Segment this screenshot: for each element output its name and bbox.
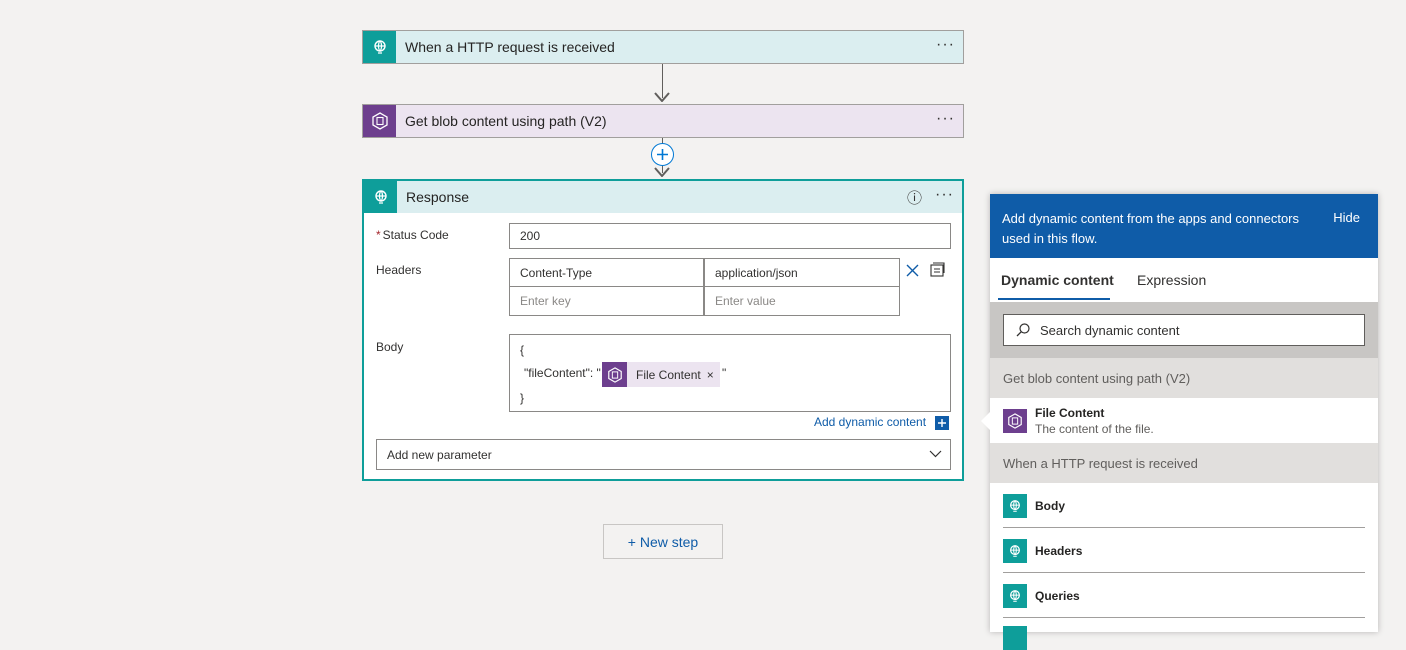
header-value-input[interactable]: application/json (704, 258, 900, 287)
blob-card-header[interactable]: Get blob content using path (V2) ··· (363, 105, 963, 137)
response-more-button[interactable]: ··· (935, 186, 954, 204)
file-content-token[interactable]: File Content × (602, 362, 720, 387)
header-value-value: application/json (715, 265, 798, 280)
body-editor[interactable]: { "fileContent": " File Content × " } (509, 334, 951, 412)
add-new-parameter-dropdown[interactable]: Add new parameter (376, 439, 951, 470)
arrow-down-icon (654, 92, 670, 102)
value-placeholder: Enter value (715, 294, 776, 308)
key-placeholder: Enter key (520, 294, 571, 308)
section-blob: Get blob content using path (V2) (990, 358, 1378, 398)
dynamic-item-file-content[interactable]: File Content The content of the file. (990, 398, 1378, 443)
panel-tabs: Dynamic content Expression (990, 258, 1378, 302)
status-code-value: 200 (520, 229, 541, 243)
panel-header: Add dynamic content from the apps and co… (990, 194, 1378, 258)
trigger-title: When a HTTP request is received (405, 39, 615, 55)
new-step-button[interactable]: + New step (603, 524, 723, 559)
http-globe-icon (1003, 493, 1027, 518)
body-key-text: "fileContent": " (524, 366, 601, 380)
add-dynamic-icon[interactable] (935, 416, 949, 430)
trigger-card-header[interactable]: When a HTTP request is received ··· (363, 31, 963, 63)
dynamic-item-label: Body (1035, 498, 1065, 513)
blob-storage-icon (1003, 408, 1027, 433)
info-icon[interactable]: ⓘ (907, 187, 922, 208)
plus-icon (657, 149, 668, 160)
headers-label: Headers (376, 263, 422, 277)
response-title: Response (406, 189, 470, 205)
token-remove-button[interactable]: × (707, 368, 714, 382)
http-globe-icon (1003, 538, 1027, 563)
response-card[interactable]: Response ⓘ ··· * Status Code 200 Headers … (362, 179, 964, 481)
status-code-label: * Status Code (376, 228, 449, 242)
dynamic-content-panel: Add dynamic content from the apps and co… (990, 194, 1378, 650)
blob-storage-icon (602, 362, 627, 387)
file-content-title: File Content (1035, 405, 1105, 420)
blob-card[interactable]: Get blob content using path (V2) ··· (362, 104, 964, 138)
http-globe-icon (1003, 583, 1027, 608)
panel-header-text: Add dynamic content from the apps and co… (1002, 211, 1300, 246)
blob-more-button[interactable]: ··· (936, 110, 955, 128)
file-content-text: File Content The content of the file. (1035, 406, 1154, 436)
trigger-card[interactable]: When a HTTP request is received ··· (362, 30, 964, 64)
dynamic-item-headers[interactable]: Headers (990, 528, 1378, 573)
trigger-more-button[interactable]: ··· (936, 36, 955, 54)
dynamic-item-partial[interactable] (990, 618, 1378, 650)
switch-to-text-icon[interactable] (930, 262, 945, 277)
file-content-description: The content of the file. (1035, 421, 1154, 436)
header-new-key-input[interactable]: Enter key (509, 286, 704, 316)
dynamic-item-label: Headers (1035, 543, 1083, 558)
status-code-label-text: Status Code (382, 228, 449, 242)
hide-panel-button[interactable]: Hide (1333, 210, 1360, 225)
search-input[interactable]: Search dynamic content (1003, 314, 1365, 346)
body-close-quote: " (722, 366, 727, 380)
delete-header-icon[interactable] (906, 264, 919, 277)
token-label: File Content (636, 367, 701, 382)
http-globe-icon (364, 181, 397, 213)
body-open-brace: { (520, 343, 525, 357)
add-dynamic-content-link[interactable]: Add dynamic content (814, 415, 926, 429)
tab-dynamic-content[interactable]: Dynamic content (1001, 272, 1114, 288)
section-http: When a HTTP request is received (990, 443, 1378, 483)
search-placeholder: Search dynamic content (1040, 322, 1180, 338)
search-icon (1016, 323, 1030, 337)
tab-expression[interactable]: Expression (1137, 272, 1206, 288)
chevron-down-icon (929, 450, 942, 458)
insert-step-button[interactable] (651, 143, 674, 166)
dynamic-item-queries[interactable]: Queries (990, 573, 1378, 618)
http-globe-icon (363, 31, 396, 63)
active-tab-indicator (998, 298, 1110, 300)
body-label: Body (376, 340, 404, 354)
dynamic-item-body[interactable]: Body (990, 483, 1378, 528)
dynamic-item-label: Queries (1035, 588, 1080, 603)
header-key-input[interactable]: Content-Type (509, 258, 704, 287)
required-marker: * (376, 228, 381, 242)
header-new-value-input[interactable]: Enter value (704, 286, 900, 316)
panel-pointer (981, 411, 991, 431)
blob-title: Get blob content using path (V2) (405, 113, 607, 129)
blob-storage-icon (363, 105, 396, 137)
add-dynamic-content-text: Add dynamic content (814, 415, 927, 429)
http-globe-icon (1003, 626, 1027, 650)
search-area: Search dynamic content (990, 302, 1378, 358)
body-close-brace: } (520, 391, 525, 405)
add-new-parameter-text: Add new parameter (387, 447, 492, 462)
header-key-value: Content-Type (520, 265, 593, 280)
status-code-input[interactable]: 200 (509, 223, 951, 249)
arrow-down-icon (654, 167, 670, 177)
response-card-header[interactable]: Response ⓘ ··· (364, 181, 962, 213)
